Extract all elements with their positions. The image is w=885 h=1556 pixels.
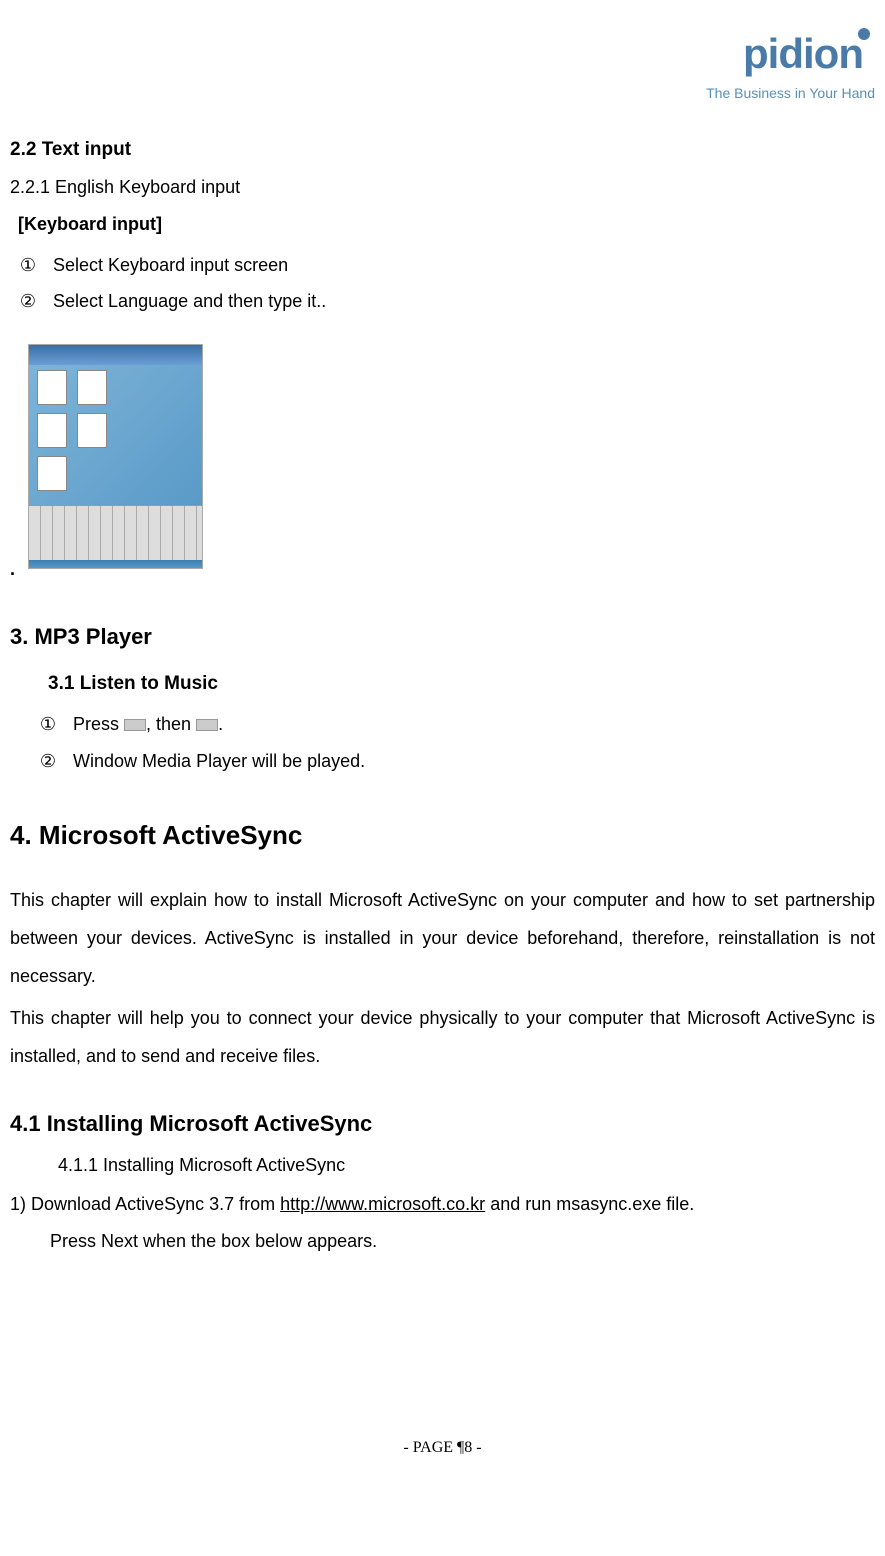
list-item: ① Select Keyboard input screen (18, 251, 875, 280)
circled-number-icon: ① (38, 710, 58, 739)
mp-icon (196, 719, 218, 731)
button-icon (124, 719, 146, 731)
microsoft-link[interactable]: http://www.microsoft.co.kr (280, 1194, 485, 1214)
heading-4-1-1: 4.1.1 Installing Microsoft ActiveSync (58, 1151, 875, 1180)
list-item: ① Press , then . (38, 710, 875, 739)
step-suffix: and run msasync.exe file. (485, 1194, 694, 1214)
item-text: Window Media Player will be played. (73, 751, 365, 771)
brand-name: pidion (743, 30, 863, 77)
paragraph: This chapter will help you to connect yo… (10, 1000, 875, 1076)
paragraph: This chapter will explain how to install… (10, 882, 875, 995)
circled-number-icon: ② (38, 747, 58, 776)
heading-4-1: 4.1 Installing Microsoft ActiveSync (10, 1106, 875, 1141)
press-suffix: . (218, 714, 223, 734)
item-text: Select Keyboard input screen (53, 255, 288, 275)
screenshot-taskbar (29, 560, 202, 569)
press-mid: , then (146, 714, 196, 734)
logo-dot-icon (858, 28, 870, 40)
desktop-icon (37, 413, 67, 448)
desktop-icon (77, 370, 107, 405)
list-item: ② Window Media Player will be played. (38, 747, 875, 776)
desktop-icon (77, 413, 107, 448)
device-screenshot (28, 344, 203, 569)
press-prefix: Press (73, 714, 124, 734)
screenshot-toolbar (29, 345, 202, 365)
step-prefix: 1) Download ActiveSync 3.7 from (10, 1194, 280, 1214)
circled-number-icon: ① (18, 251, 38, 280)
screenshot-row: . (10, 324, 875, 589)
screenshot-desktop (29, 365, 202, 505)
dot-separator: . (10, 559, 15, 579)
item-text: Select Language and then type it.. (53, 291, 326, 311)
keyboard-input-label: [Keyboard input] (18, 210, 875, 239)
step-1: 1) Download ActiveSync 3.7 from http://w… (10, 1190, 875, 1219)
heading-4: 4. Microsoft ActiveSync (10, 815, 875, 857)
heading-3: 3. MP3 Player (10, 619, 875, 654)
heading-2-2: 2.2 Text input (10, 135, 875, 165)
brand-logo: pidion (10, 20, 875, 87)
logo-area: pidion The Business in Your Hand (10, 20, 875, 105)
circled-number-icon: ② (18, 287, 38, 316)
heading-3-1: 3.1 Listen to Music (48, 669, 875, 699)
page-footer: - PAGE ¶8 - (10, 1435, 875, 1461)
step-2: Press Next when the box below appears. (50, 1227, 875, 1256)
heading-2-2-1: 2.2.1 English Keyboard input (10, 173, 875, 202)
list-item: ② Select Language and then type it.. (18, 287, 875, 316)
screenshot-keyboard (29, 505, 202, 560)
desktop-icon (37, 370, 67, 405)
desktop-icon (37, 456, 67, 491)
